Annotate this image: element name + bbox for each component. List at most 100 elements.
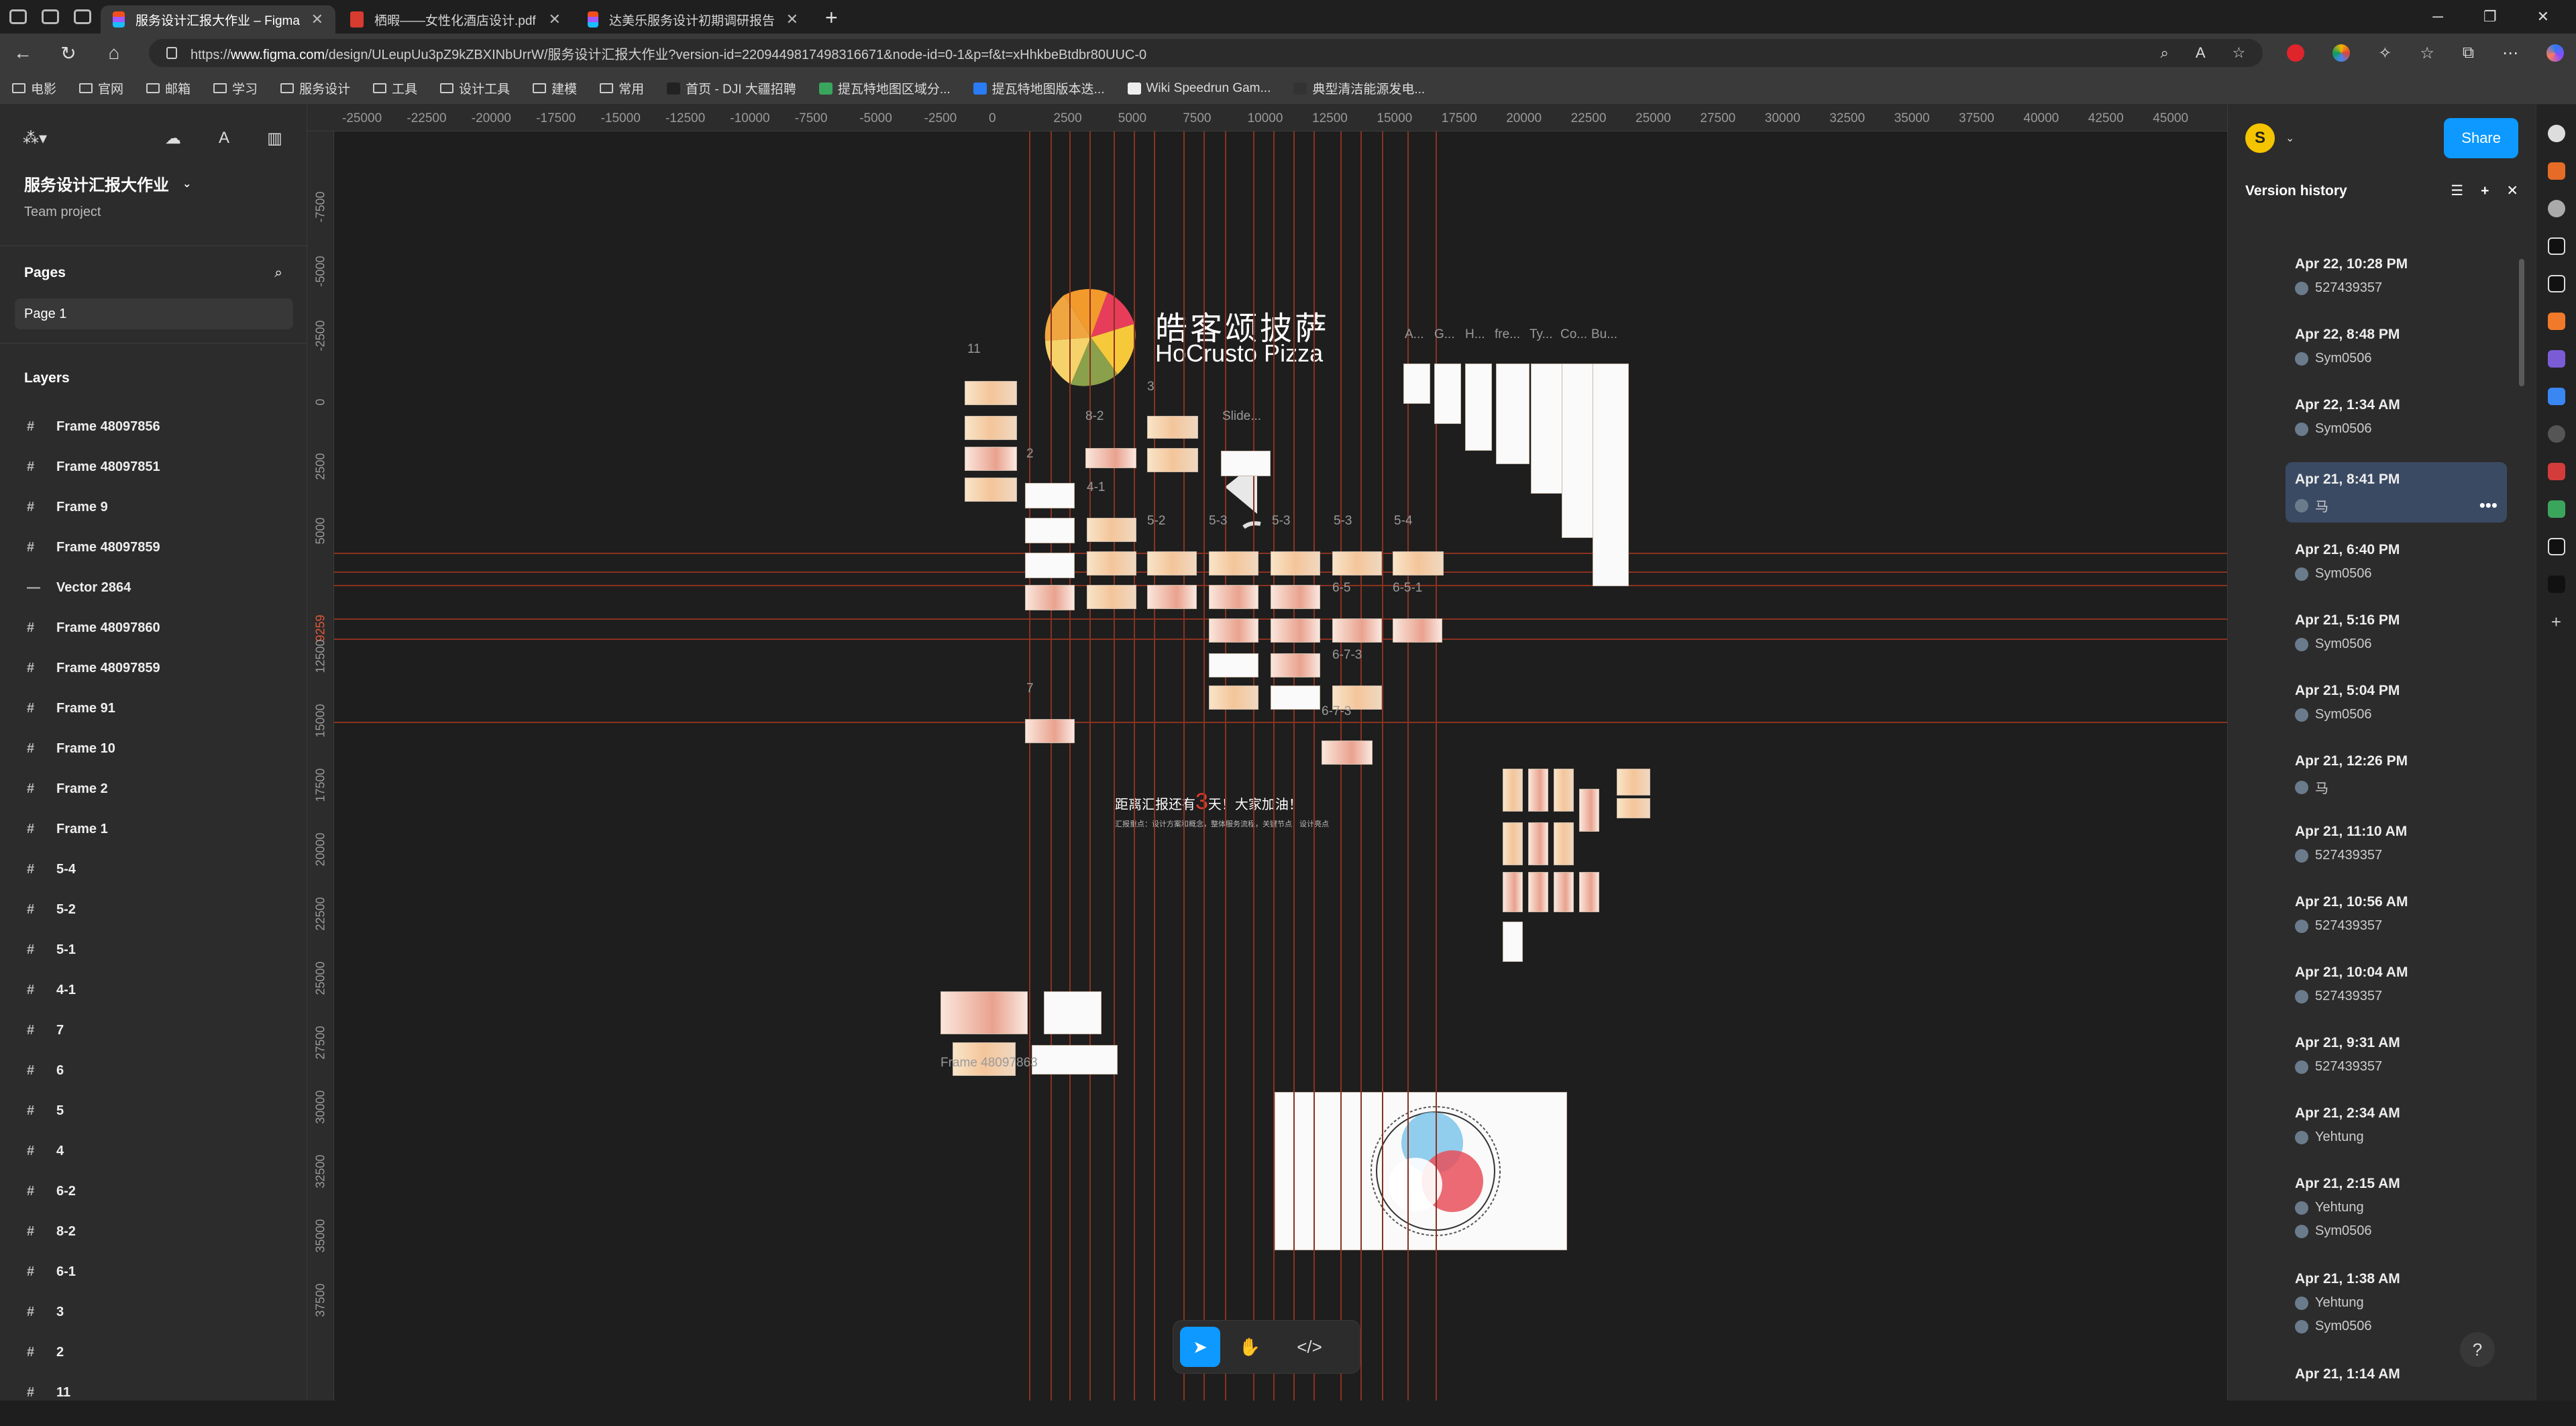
frame-thumbnail[interactable] — [1528, 822, 1548, 865]
back-icon[interactable]: ← — [12, 42, 34, 64]
frame-label[interactable]: 6-7-3 — [1322, 704, 1351, 719]
chevron-down-icon[interactable]: ⌄ — [2286, 131, 2294, 145]
zoom-icon[interactable]: ⌕ — [2160, 44, 2168, 62]
profile-icon[interactable] — [9, 9, 27, 24]
frame-label[interactable]: Slide... — [1222, 409, 1261, 424]
user-avatar[interactable]: S — [2245, 123, 2275, 153]
outlook-icon[interactable] — [2547, 388, 2565, 405]
frame-label[interactable]: 11 — [967, 342, 981, 357]
add-sidebar-icon[interactable]: + — [2548, 613, 2565, 630]
layer-item[interactable]: # Frame 10 — [0, 728, 307, 769]
cloud-icon[interactable]: ☁ — [165, 129, 181, 148]
frame-thumbnail[interactable] — [1271, 551, 1320, 575]
sis-icon[interactable] — [2547, 463, 2565, 480]
dev-mode-icon[interactable]: </> — [1279, 1327, 1340, 1367]
extension-color-icon[interactable] — [2332, 44, 2351, 62]
version-item[interactable]: Apr 21, 5:04 PM Sym0506 — [2286, 672, 2507, 743]
frame-thumbnail[interactable] — [1209, 653, 1258, 677]
layer-item[interactable]: #6-2 — [0, 1171, 307, 1211]
layer-item[interactable]: # Frame 1 — [0, 809, 307, 849]
layer-item[interactable]: #4 — [0, 1131, 307, 1171]
close-tab-icon[interactable]: ✕ — [786, 11, 798, 28]
search-icon[interactable]: ⌕ — [274, 265, 282, 281]
close-tab-icon[interactable]: ✕ — [311, 11, 323, 28]
frame-thumbnail[interactable] — [1209, 685, 1258, 710]
frame-label[interactable]: 5-4 — [1394, 514, 1412, 529]
page-item[interactable]: Page 1 — [15, 298, 293, 329]
frame-thumbnail[interactable] — [1147, 416, 1198, 439]
frame-thumbnail[interactable] — [1503, 769, 1523, 812]
version-item[interactable]: Apr 21, 2:34 AM Yehtung — [2286, 1095, 2507, 1165]
extensions-puzzle-icon[interactable]: ✧ — [2378, 44, 2392, 63]
sx-icon[interactable] — [2547, 538, 2565, 555]
tools-icon[interactable] — [2547, 425, 2565, 443]
search-sidebar-icon[interactable] — [2547, 125, 2565, 142]
minimize-icon[interactable]: ─ — [2432, 8, 2443, 25]
version-item[interactable]: Apr 21, 6:40 PM Sym0506 — [2286, 531, 2507, 602]
frame-thumbnail[interactable] — [1434, 364, 1461, 424]
frame-thumbnail[interactable] — [1496, 364, 1529, 464]
frame-thumbnail[interactable] — [1503, 922, 1523, 962]
frame-thumbnail[interactable] — [1322, 741, 1373, 765]
frame-thumbnail[interactable] — [1147, 448, 1198, 472]
frame-thumbnail[interactable] — [1528, 769, 1548, 812]
frame-label[interactable]: 5-3 — [1334, 514, 1352, 529]
frame-label[interactable]: 2 — [1026, 447, 1034, 461]
zhihu-icon[interactable] — [2547, 237, 2565, 255]
move-tool-icon[interactable]: ➤ — [1180, 1327, 1220, 1367]
logo-mark-icon[interactable] — [1044, 287, 1138, 388]
frame-thumbnail[interactable] — [1554, 822, 1574, 865]
version-item[interactable]: Apr 21, 11:10 AM 527439357 — [2286, 813, 2507, 883]
layer-item[interactable]: #8-2 — [0, 1211, 307, 1252]
frame-thumbnail[interactable] — [1332, 618, 1382, 643]
countdown-subtitle[interactable]: 汇报重点：设计方案和概念，整体服务流程，关键节点，设计亮点 — [1115, 818, 1329, 829]
frame-thumbnail[interactable] — [1617, 798, 1650, 818]
frame-label[interactable]: 5-2 — [1147, 514, 1165, 529]
frame-label[interactable]: H... — [1465, 327, 1485, 342]
frame-label[interactable]: Frame 48097863 — [941, 1056, 1038, 1071]
bookmark-item[interactable]: 学习 — [213, 79, 258, 97]
filter-icon[interactable]: ☰ — [2451, 182, 2463, 199]
version-item[interactable]: Apr 21, 10:56 AM 527439357 — [2286, 883, 2507, 954]
version-item[interactable]: Apr 22, 10:28 PM 527439357 — [2286, 245, 2507, 316]
bookmark-item[interactable]: 提瓦特地图区域分... — [818, 79, 951, 97]
shopping-icon[interactable] — [2547, 162, 2565, 180]
frame-thumbnail[interactable] — [1579, 789, 1599, 832]
version-item[interactable]: Apr 21, 12:26 PM 马 — [2286, 743, 2507, 813]
copilot-icon[interactable] — [2546, 44, 2564, 62]
frame-thumbnail[interactable] — [1617, 769, 1650, 796]
frame-thumbnail[interactable] — [965, 416, 1017, 440]
bookmark-item[interactable]: 典型清洁能源发电... — [1293, 79, 1425, 97]
frame-label[interactable]: A... — [1405, 327, 1424, 342]
bookmark-item[interactable]: 首页 - DJI 大疆招聘 — [667, 79, 796, 97]
layer-item[interactable]: #11 — [0, 1372, 307, 1413]
bookmark-item[interactable]: Wiki Speedrun Gam... — [1127, 81, 1271, 96]
frame-thumbnail[interactable] — [1593, 364, 1629, 586]
frame-thumbnail[interactable] — [1503, 822, 1523, 865]
frame-thumbnail[interactable] — [965, 478, 1017, 502]
layer-item[interactable]: #4-1 — [0, 970, 307, 1010]
refresh-icon[interactable]: ↻ — [58, 42, 79, 64]
layer-item[interactable]: # Frame 9 — [0, 487, 307, 527]
bookmark-item[interactable]: 工具 — [373, 79, 417, 97]
layer-item[interactable]: # Frame 91 — [0, 688, 307, 728]
frame-thumbnail[interactable] — [1209, 551, 1258, 575]
office-icon[interactable] — [2547, 500, 2565, 518]
bookmark-item[interactable]: 邮箱 — [146, 79, 191, 97]
bookmark-item[interactable]: 常用 — [600, 79, 644, 97]
layer-item[interactable]: #2 — [0, 1332, 307, 1372]
add-version-icon[interactable]: + — [2481, 183, 2489, 199]
layer-item[interactable]: #7 — [0, 1010, 307, 1050]
url-field[interactable]: https://www.figma.com/design/ULeupUu3pZ9… — [149, 39, 2263, 67]
frame-thumbnail[interactable] — [1025, 553, 1075, 578]
layer-item[interactable]: #5-1 — [0, 930, 307, 970]
frame-thumbnail[interactable] — [965, 447, 1017, 471]
frame-label[interactable]: 3 — [1147, 380, 1155, 394]
frame-thumbnail[interactable] — [1554, 769, 1574, 812]
bookmark-item[interactable]: 服务设计 — [280, 79, 350, 97]
frame-label[interactable]: Ty... — [1529, 327, 1552, 342]
close-window-icon[interactable]: ✕ — [2537, 8, 2549, 25]
close-tab-icon[interactable]: ✕ — [549, 11, 561, 28]
app-orange-icon[interactable] — [2547, 313, 2565, 330]
favorites-icon[interactable]: ☆ — [2420, 44, 2434, 63]
